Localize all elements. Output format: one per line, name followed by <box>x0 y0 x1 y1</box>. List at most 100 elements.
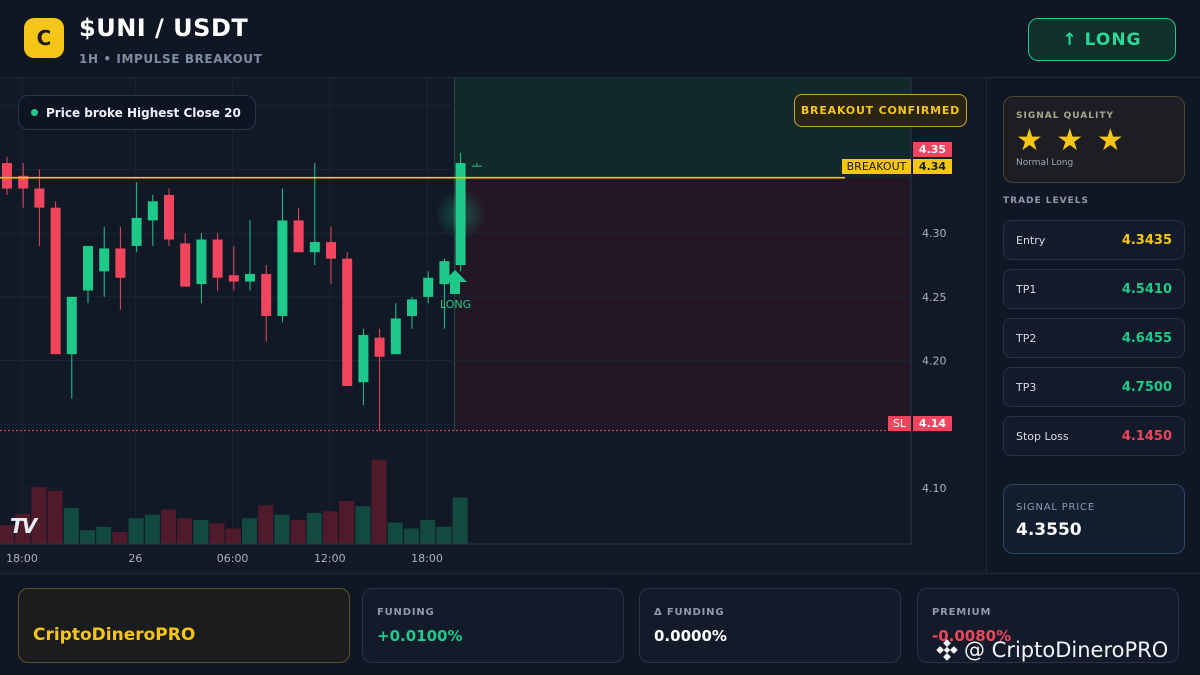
breakout-price-label: 4.34 <box>913 159 952 174</box>
candle-body <box>196 239 207 285</box>
candlestick-chart[interactable]: 4.404.354.304.254.204.154.1018:002606:00… <box>0 78 985 573</box>
breakout-line-label: BREAKOUT <box>842 159 911 174</box>
volume-bar <box>80 530 95 544</box>
delta-funding-label: Δ FUNDING <box>654 607 725 618</box>
level-entry[interactable]: Entry 4.3435 <box>1003 220 1185 260</box>
level-tp3[interactable]: TP3 4.7500 <box>1003 367 1185 407</box>
y-tick-label: 4.25 <box>922 291 947 304</box>
stop-loss-line-label: SL <box>888 416 911 431</box>
premium-label: PREMIUM <box>932 607 992 618</box>
candle-body <box>99 248 110 272</box>
delta-funding-card: Δ FUNDING 0.0000% <box>639 588 901 663</box>
breakout-alert: Price broke Highest Close 20 <box>18 95 256 130</box>
watermark-text: @ CriptoDineroPRO <box>964 638 1169 662</box>
long-marker-label: LONG <box>440 298 472 311</box>
stop-loss-price-label: 4.14 <box>913 416 952 431</box>
level-label: Entry <box>1016 234 1046 247</box>
candle-body <box>309 242 320 253</box>
brand-logo: C <box>24 18 64 58</box>
volume-bar <box>177 518 193 544</box>
signal-price-card: SIGNAL PRICE 4.3550 <box>1003 484 1185 554</box>
candle-body <box>374 337 385 357</box>
candle-body <box>390 318 401 355</box>
x-tick-label: 18:00 <box>6 552 38 565</box>
candle-body <box>180 243 191 287</box>
level-stop-loss[interactable]: Stop Loss 4.1450 <box>1003 416 1185 456</box>
volume-bar <box>339 501 355 544</box>
quality-note: Normal Long <box>1016 158 1074 168</box>
binance-icon <box>936 639 958 661</box>
star-rating-icon: ★ ★ ★ <box>1016 123 1126 158</box>
level-value: 4.6455 <box>1121 331 1172 346</box>
candle-body <box>34 188 45 208</box>
candle-body <box>131 217 142 246</box>
loss-zone <box>454 177 911 431</box>
delta-funding-value: 0.0000% <box>654 627 727 645</box>
volume-bars <box>0 459 468 544</box>
tradingview-logo: TV <box>10 514 37 538</box>
candle-body <box>277 220 288 316</box>
brand-card: CriptoDineroPRO <box>18 588 350 663</box>
signal-quality-card: SIGNAL QUALITY ★ ★ ★ Normal Long <box>1003 96 1185 183</box>
level-value: 4.7500 <box>1121 380 1172 395</box>
brand-name: CriptoDineroPRO <box>33 625 196 645</box>
watermark: @ CriptoDineroPRO <box>936 636 1168 664</box>
level-value: 4.5410 <box>1121 282 1172 297</box>
candle-body <box>471 165 482 167</box>
volume-bar <box>404 528 419 544</box>
y-tick-label: 4.10 <box>922 482 947 495</box>
volume-bar <box>161 509 176 544</box>
funding-label: FUNDING <box>377 607 435 618</box>
footer-stats: CriptoDineroPRO FUNDING +0.0100% Δ FUNDI… <box>0 573 1200 675</box>
volume-bar <box>306 513 322 544</box>
candle-body <box>407 299 417 316</box>
level-label: Stop Loss <box>1016 430 1069 443</box>
volume-bar <box>436 526 452 544</box>
level-label: TP3 <box>1016 381 1037 394</box>
funding-card: FUNDING +0.0100% <box>362 588 624 663</box>
candles <box>2 152 487 431</box>
quality-title: SIGNAL QUALITY <box>1016 111 1114 121</box>
level-tp2[interactable]: TP2 4.6455 <box>1003 318 1185 358</box>
signal-price-value: 4.3550 <box>1016 520 1082 540</box>
candle-body <box>50 207 61 355</box>
volume-bar <box>128 518 144 544</box>
volume-bar <box>258 505 274 544</box>
candle-body <box>164 194 174 240</box>
candle-body <box>423 277 434 297</box>
funding-value: +0.0100% <box>377 627 463 645</box>
price-chart[interactable]: 4.404.354.304.254.204.154.1018:002606:00… <box>0 78 985 573</box>
volume-bar <box>63 507 79 544</box>
candle-body <box>147 201 158 221</box>
trade-levels-title: TRADE LEVELS <box>1003 196 1089 206</box>
candle-body <box>342 258 353 387</box>
timeframe-subtitle: 1H • IMPULSE BREAKOUT <box>79 52 263 66</box>
candle-body <box>358 335 369 383</box>
candle-body <box>326 242 336 259</box>
y-tick-label: 4.20 <box>922 355 947 368</box>
level-tp1[interactable]: TP1 4.5410 <box>1003 269 1185 309</box>
x-tick-label: 26 <box>128 552 142 565</box>
level-label: TP2 <box>1016 332 1037 345</box>
x-tick-label: 12:00 <box>314 552 346 565</box>
candle-body <box>2 163 12 189</box>
signal-panel: SIGNAL QUALITY ★ ★ ★ Normal Long TRADE L… <box>986 78 1200 573</box>
candle-body <box>261 273 272 316</box>
volume-bar <box>144 514 160 544</box>
x-tick-label: 06:00 <box>217 552 249 565</box>
volume-bar <box>290 519 306 544</box>
candle-body <box>212 239 223 278</box>
volume-bar <box>452 497 468 544</box>
y-tick-label: 4.30 <box>922 227 947 240</box>
level-value: 4.3435 <box>1121 233 1172 248</box>
signal-price-title: SIGNAL PRICE <box>1016 502 1095 513</box>
candle-body <box>66 296 77 355</box>
volume-bar <box>47 490 63 544</box>
volume-bar <box>225 528 241 544</box>
candle-body <box>293 220 304 253</box>
long-signal-button[interactable]: ↑ LONG <box>1028 18 1176 61</box>
candle-body <box>245 273 255 282</box>
volume-bar <box>323 511 338 544</box>
candle-body <box>83 245 93 291</box>
arrow-up-icon <box>443 270 467 282</box>
